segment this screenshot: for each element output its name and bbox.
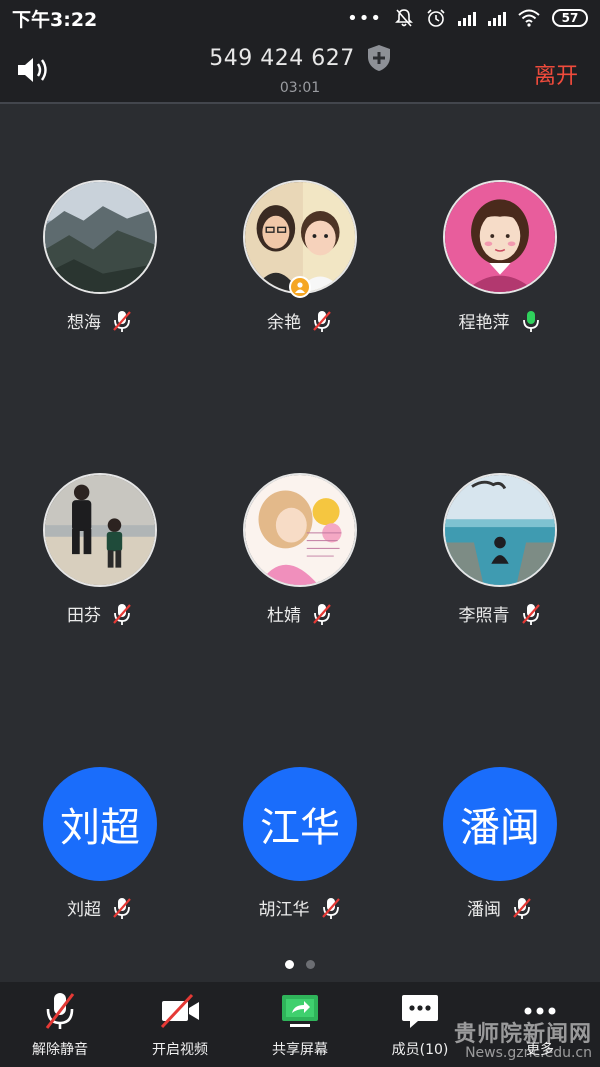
chat-bubble-icon bbox=[402, 994, 438, 1028]
participant-tile[interactable]: 余艳 bbox=[200, 180, 400, 340]
participant-name: 胡江华 bbox=[258, 900, 310, 920]
notifications-off-icon bbox=[395, 9, 413, 27]
avatar bbox=[443, 473, 557, 587]
participant-tile[interactable]: 李照青 bbox=[400, 473, 600, 633]
avatar: 江华 bbox=[243, 767, 357, 881]
participant-name: 程艳萍 bbox=[458, 313, 510, 333]
video-off-icon bbox=[160, 993, 199, 1028]
security-shield-icon[interactable] bbox=[367, 44, 391, 72]
meeting-id[interactable]: 549 424 627 bbox=[209, 46, 354, 71]
page-indicator[interactable] bbox=[0, 960, 600, 969]
participant-name-row: 杜婧 bbox=[267, 601, 333, 626]
start-video-label: 开启视频 bbox=[152, 1041, 208, 1058]
battery-indicator: 57 bbox=[552, 9, 588, 27]
alarm-icon bbox=[427, 9, 445, 27]
participant-name: 杜婧 bbox=[267, 606, 301, 626]
leave-button[interactable]: 离开 bbox=[534, 58, 578, 90]
mic-muted-icon bbox=[313, 310, 331, 332]
page-dot-active[interactable] bbox=[285, 960, 294, 969]
members-label: 成员(10) bbox=[391, 1041, 449, 1058]
watermark: 贵师院新闻网 News.gznc.edu.cn bbox=[454, 1023, 592, 1061]
share-screen-button[interactable]: 共享屏幕 bbox=[240, 982, 360, 1067]
mic-muted-icon bbox=[45, 992, 75, 1029]
participant-name: 田芬 bbox=[67, 606, 101, 626]
participant-name-row: 余艳 bbox=[267, 308, 333, 333]
page-dot[interactable] bbox=[306, 960, 315, 969]
mic-muted-icon bbox=[513, 897, 531, 919]
participant-tile[interactable]: 潘闽 潘闽 bbox=[400, 767, 600, 927]
mic-muted-icon bbox=[113, 310, 131, 332]
participant-tile[interactable]: 杜婧 bbox=[200, 473, 400, 633]
avatar bbox=[443, 180, 557, 294]
wifi-icon bbox=[518, 9, 540, 27]
more-dots-icon: ••• bbox=[347, 7, 382, 29]
participant-grid: 想海 余艳 程艳萍 田芬 杜婧 李照青 刘超 刘超 江华 胡江华 潘闽 潘闽 bbox=[0, 106, 600, 976]
participant-name-row: 李照青 bbox=[459, 601, 542, 626]
meeting-header: 549 424 627 03:01 离开 bbox=[0, 36, 600, 104]
signal-hd-icon bbox=[488, 10, 506, 26]
watermark-url: News.gznc.edu.cn bbox=[465, 1045, 592, 1062]
share-screen-label: 共享屏幕 bbox=[272, 1041, 328, 1058]
mic-muted-icon bbox=[313, 603, 331, 625]
participant-name: 余艳 bbox=[267, 313, 301, 333]
participant-name-row: 想海 bbox=[67, 308, 133, 333]
participant-name-row: 胡江华 bbox=[259, 895, 342, 920]
mic-active-icon bbox=[522, 310, 539, 332]
unmute-label: 解除静音 bbox=[32, 1041, 88, 1058]
participant-tile[interactable]: 江华 胡江华 bbox=[200, 767, 400, 927]
participant-name: 潘闽 bbox=[467, 900, 501, 920]
meeting-id-row: 549 424 627 bbox=[0, 44, 600, 72]
watermark-text: 贵师院新闻网 bbox=[453, 1022, 592, 1048]
share-screen-icon bbox=[282, 994, 318, 1027]
mic-muted-icon bbox=[113, 897, 131, 919]
participant-name: 李照青 bbox=[458, 606, 510, 626]
avatar: 潘闽 bbox=[443, 767, 557, 881]
participant-tile[interactable]: 程艳萍 bbox=[400, 180, 600, 340]
status-bar: 下午3:22 ••• 57 bbox=[0, 0, 600, 36]
participant-tile[interactable]: 田芬 bbox=[0, 473, 200, 633]
avatar bbox=[43, 473, 157, 587]
participant-name-row: 田芬 bbox=[67, 601, 133, 626]
mic-muted-icon bbox=[521, 603, 540, 625]
participant-tile[interactable]: 想海 bbox=[0, 180, 200, 340]
participant-name: 想海 bbox=[67, 313, 101, 333]
mic-muted-icon bbox=[113, 603, 131, 625]
start-video-button[interactable]: 开启视频 bbox=[120, 982, 240, 1067]
participant-name-row: 程艳萍 bbox=[459, 308, 542, 333]
status-icons: ••• 57 bbox=[347, 8, 588, 29]
meeting-duration: 03:01 bbox=[279, 80, 321, 96]
avatar bbox=[243, 473, 357, 587]
signal-icon bbox=[458, 10, 476, 26]
avatar: 刘超 bbox=[43, 767, 157, 881]
unmute-button[interactable]: 解除静音 bbox=[0, 982, 120, 1067]
participant-tile[interactable]: 刘超 刘超 bbox=[0, 767, 200, 927]
mic-muted-icon bbox=[321, 897, 340, 919]
status-time: 下午3:22 bbox=[12, 8, 98, 31]
host-badge-icon bbox=[289, 276, 311, 298]
avatar bbox=[43, 180, 157, 294]
participant-name-row: 刘超 bbox=[67, 895, 133, 920]
participant-name-row: 潘闽 bbox=[467, 895, 533, 920]
participant-name: 刘超 bbox=[67, 900, 101, 920]
